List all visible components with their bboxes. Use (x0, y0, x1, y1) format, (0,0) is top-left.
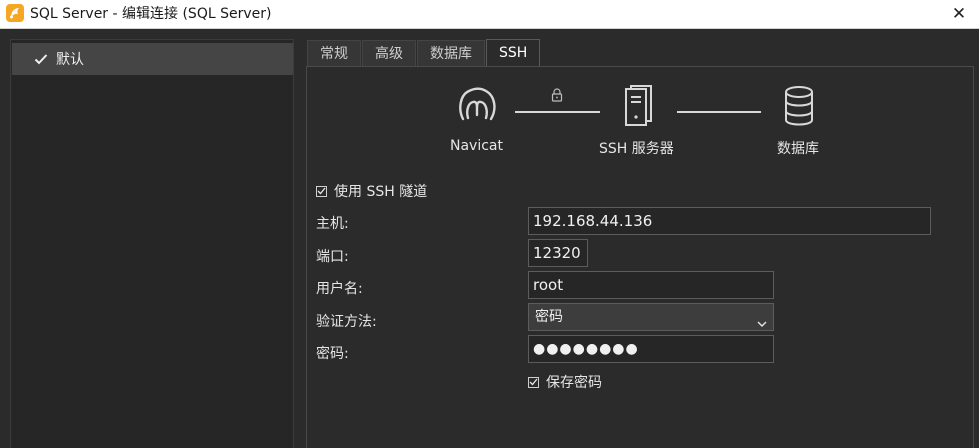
save-password-checkbox[interactable]: 保存密码 (528, 372, 602, 392)
username-label: 用户名: (316, 281, 363, 297)
database-icon (783, 85, 815, 131)
profile-list: 默认 (10, 39, 294, 448)
navicat-app-icon (5, 3, 25, 23)
chevron-down-icon (757, 312, 767, 327)
auth-method-select[interactable]: 密码 (528, 303, 774, 331)
diagram-label-database: 数据库 (777, 141, 819, 157)
window-title: SQL Server - 编辑连接 (SQL Server) (30, 6, 272, 22)
title-bar: SQL Server - 编辑连接 (SQL Server) ✕ (0, 0, 979, 29)
close-button[interactable]: ✕ (939, 0, 979, 28)
close-icon: ✕ (951, 4, 967, 24)
checkmark-icon (34, 51, 50, 67)
checkbox-box (528, 376, 539, 388)
connection-line (677, 111, 761, 113)
tab-bar: 常规 高级 数据库 SSH (307, 39, 541, 67)
server-icon (624, 84, 654, 132)
diagram-label-navicat: Navicat (450, 138, 503, 154)
save-password-label: 保存密码 (546, 375, 602, 391)
checkbox-box (316, 185, 327, 197)
tab-general[interactable]: 常规 (307, 40, 361, 66)
profile-item-default[interactable]: 默认 (12, 43, 293, 75)
use-ssh-tunnel-checkbox[interactable]: 使用 SSH 隧道 (316, 181, 427, 201)
password-input[interactable]: ●●●●●●●● (528, 335, 774, 363)
tab-advanced[interactable]: 高级 (362, 40, 416, 66)
port-input[interactable]: 12320 (528, 239, 588, 267)
lock-icon (549, 87, 565, 107)
password-label: 密码: (316, 346, 349, 362)
port-label: 端口: (316, 249, 349, 265)
connection-line (515, 111, 600, 113)
tab-database[interactable]: 数据库 (417, 40, 485, 66)
auth-method-value: 密码 (535, 309, 563, 325)
profile-label: 默认 (56, 52, 84, 68)
host-label: 主机: (316, 216, 349, 232)
username-input[interactable]: root (528, 271, 774, 299)
use-ssh-tunnel-label: 使用 SSH 隧道 (334, 184, 428, 200)
auth-method-label: 验证方法: (316, 314, 377, 330)
host-input[interactable]: 192.168.44.136 (528, 207, 931, 235)
navicat-logo-icon (456, 85, 498, 129)
tab-ssh[interactable]: SSH (486, 39, 541, 67)
diagram-label-ssh-server: SSH 服务器 (599, 141, 674, 157)
